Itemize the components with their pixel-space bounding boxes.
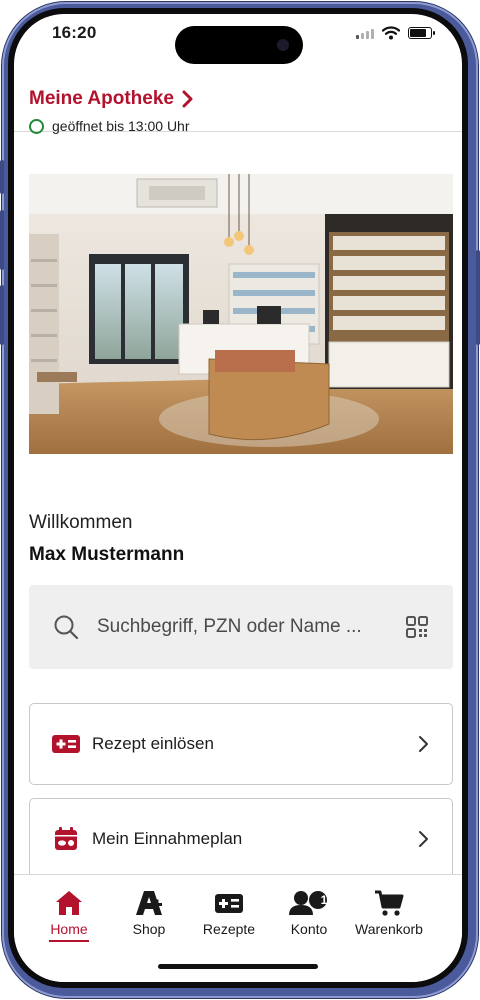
medication-calendar-icon: [55, 827, 77, 850]
search-bar[interactable]: [29, 585, 453, 669]
wifi-icon: [382, 26, 400, 40]
nav-item-prescriptions[interactable]: Rezepte: [189, 889, 269, 937]
open-status-icon: [29, 118, 44, 134]
action-button: [0, 160, 4, 194]
nav-item-cart[interactable]: Warenkorb: [349, 889, 429, 937]
chevron-right-icon: [182, 90, 193, 108]
search-icon[interactable]: [53, 614, 79, 640]
medication-plan-button[interactable]: Mein Einnahmeplan: [29, 798, 453, 880]
redeem-prescription-label: Rezept einlösen: [92, 734, 214, 753]
cart-icon: [375, 890, 404, 916]
status-bar: 16:20: [14, 14, 462, 64]
pharmacy-name: Meine Apotheke: [29, 88, 174, 109]
nav-item-shop[interactable]: Shop: [109, 889, 189, 937]
battery-icon: [408, 27, 435, 39]
opening-status: geöffnet bis 13:00 Uhr: [29, 118, 190, 134]
welcome-text: Willkommen: [29, 512, 133, 533]
home-indicator[interactable]: [158, 964, 318, 969]
search-input[interactable]: [97, 616, 405, 638]
chevron-right-icon: [419, 831, 428, 847]
status-icons: [356, 26, 435, 40]
cellular-signal-icon: [356, 27, 374, 39]
dynamic-island: [175, 26, 303, 64]
user-name: Max Mustermann: [29, 544, 185, 565]
nav-label-shop: Shop: [132, 921, 166, 937]
account-badge: 1: [320, 893, 328, 907]
nav-label-cart: Warenkorb: [355, 921, 423, 937]
active-tab-indicator: [49, 940, 89, 942]
qr-code-scan-icon[interactable]: [405, 615, 429, 639]
chevron-right-icon: [419, 736, 428, 752]
hero-image: [29, 174, 453, 454]
volume-down-button: [0, 285, 4, 345]
opening-hours-text: geöffnet bis 13:00 Uhr: [52, 118, 190, 134]
home-icon: [56, 891, 82, 915]
nav-item-home[interactable]: Home: [29, 889, 109, 942]
pharmacy-header[interactable]: Meine Apotheke geöffnet bis 13:00 Uhr: [14, 74, 462, 134]
redeem-prescription-button[interactable]: Rezept einlösen: [29, 703, 453, 785]
nav-item-account[interactable]: 1 Konto: [269, 889, 349, 937]
camera-icon: [277, 39, 289, 51]
status-time: 16:20: [52, 23, 97, 42]
screen: 16:20 Meine Apotheke geöffnet bis 13:00 …: [14, 14, 462, 982]
pharmacy-a-icon: [136, 891, 162, 915]
power-button: [476, 250, 480, 345]
nav-label-home: Home: [50, 921, 88, 937]
pharmacy-title[interactable]: Meine Apotheke: [29, 88, 194, 110]
prescription-card-icon: [52, 735, 80, 753]
medication-plan-label: Mein Einnahmeplan: [92, 829, 243, 848]
volume-up-button: [0, 210, 4, 270]
nav-label-prescriptions: Rezepte: [202, 921, 256, 937]
prescription-card-icon: [215, 894, 243, 913]
pharmacy-interior-image: [29, 174, 453, 454]
nav-label-account: Konto: [290, 921, 328, 937]
